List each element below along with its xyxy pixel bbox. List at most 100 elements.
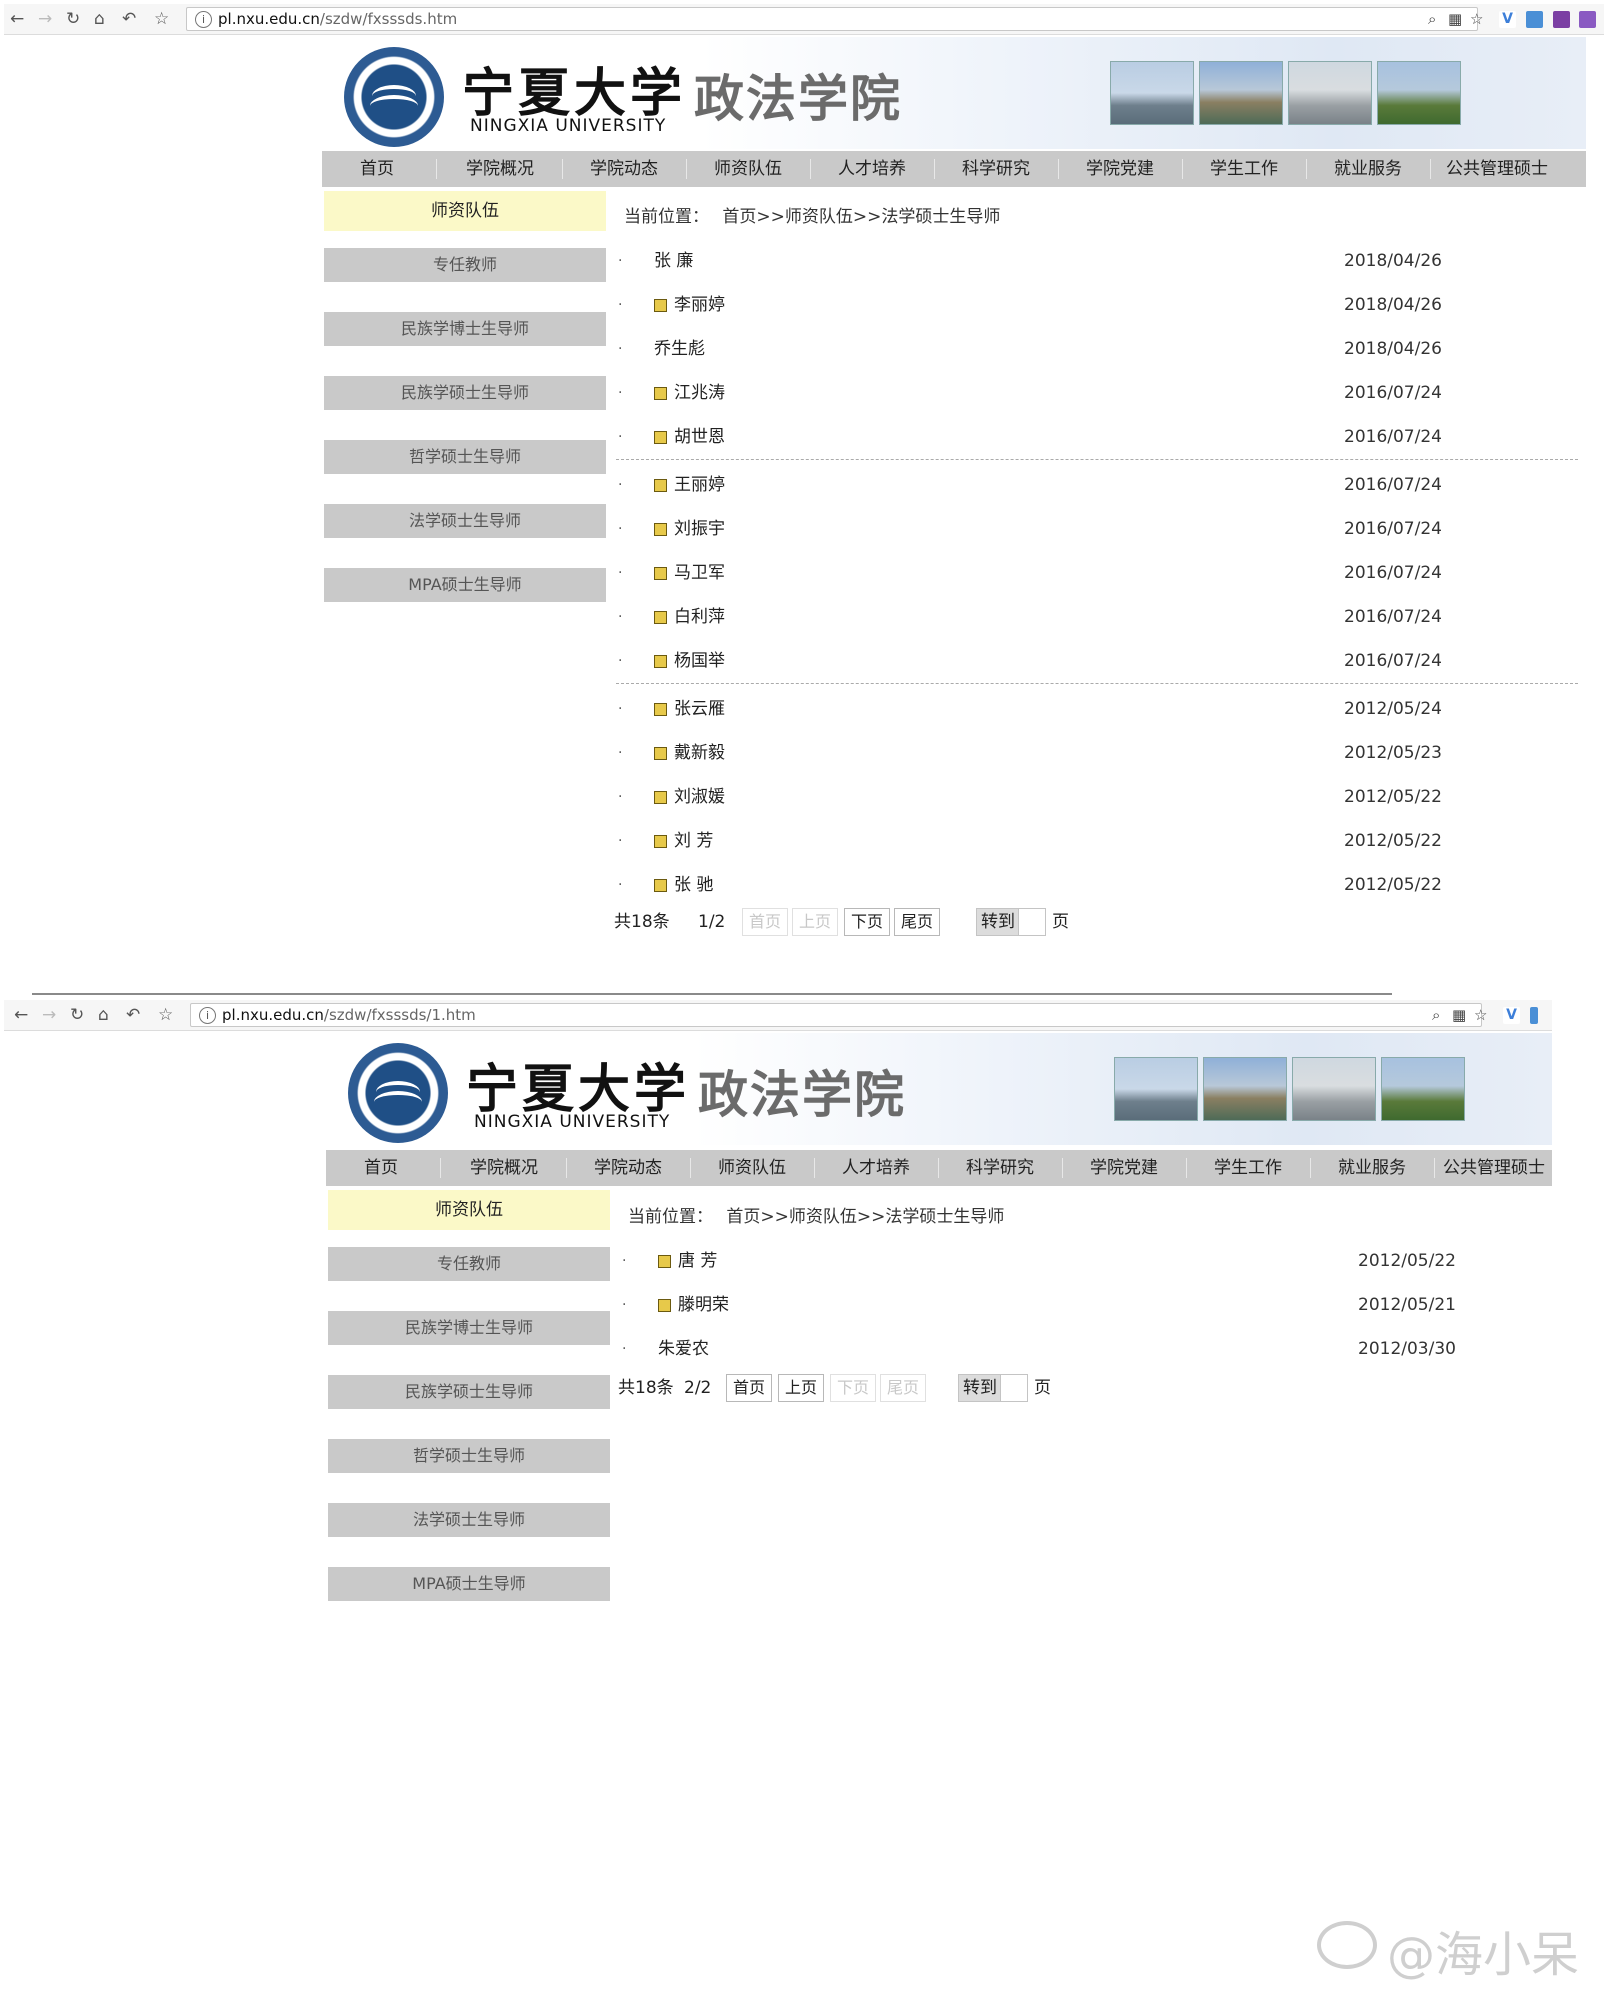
menu-item-news[interactable]: 学院动态: [568, 1150, 688, 1186]
menu-item-home[interactable]: 首页: [326, 1150, 436, 1186]
teacher-name[interactable]: 李丽婷: [674, 294, 725, 316]
menu-item-students[interactable]: 学生工作: [1184, 151, 1304, 187]
star-icon[interactable]: ☆: [1474, 1005, 1487, 1025]
sidebar-item-ethnology-phd[interactable]: 民族学博士生导师: [328, 1311, 610, 1345]
list-item[interactable]: · 李丽婷 2018/04/26: [618, 294, 1442, 316]
teacher-name[interactable]: 杨国举: [674, 650, 725, 672]
menu-item-education[interactable]: 人才培养: [812, 151, 932, 187]
page-number-input[interactable]: [1018, 908, 1046, 936]
breadcrumb-path[interactable]: 首页>>师资队伍>>法学硕士生导师: [726, 1207, 1004, 1227]
menu-item-education[interactable]: 人才培养: [816, 1150, 936, 1186]
zoom-icon[interactable]: ⌕: [1432, 1005, 1440, 1025]
menu-item-mpa[interactable]: 公共管理硕士: [1432, 151, 1562, 187]
teacher-name[interactable]: 白利萍: [674, 606, 725, 628]
sidebar-item-mpa-master[interactable]: MPA硕士生导师: [328, 1567, 610, 1601]
sidebar-item-full-time-teachers[interactable]: 专任教师: [324, 248, 606, 282]
list-item[interactable]: · 马卫军 2016/07/24: [618, 562, 1442, 584]
goto-button[interactable]: 转到: [958, 1374, 1002, 1402]
sidebar-item-mpa-master[interactable]: MPA硕士生导师: [324, 568, 606, 602]
list-item[interactable]: · 张 驰 2012/05/22: [618, 874, 1442, 896]
back-icon[interactable]: ←: [14, 1005, 28, 1025]
address-bar[interactable]: i pl.nxu.edu.cn/szdw/fxsssds/1.htm: [190, 1003, 1482, 1027]
list-item[interactable]: · 滕明荣 2012/05/21: [622, 1294, 1456, 1316]
extension-s-icon[interactable]: [1529, 1007, 1538, 1024]
extension-n-icon[interactable]: [1552, 11, 1570, 28]
menu-item-faculty[interactable]: 师资队伍: [688, 151, 808, 187]
teacher-name[interactable]: 刘淑媛: [674, 786, 725, 808]
sidebar-item-law-master[interactable]: 法学硕士生导师: [324, 504, 606, 538]
undo-icon[interactable]: ↶: [126, 1005, 140, 1025]
teacher-name[interactable]: 唐 芳: [678, 1250, 717, 1272]
teacher-name[interactable]: 王丽婷: [674, 474, 725, 496]
back-icon[interactable]: ←: [10, 9, 24, 29]
list-item[interactable]: · 杨国举 2016/07/24: [618, 650, 1442, 672]
qr-icon[interactable]: ▦: [1448, 9, 1462, 29]
next-page-button[interactable]: 下页: [844, 908, 890, 936]
list-item[interactable]: · 张云雁 2012/05/24: [618, 698, 1442, 720]
info-icon[interactable]: i: [195, 11, 212, 28]
breadcrumb-path[interactable]: 首页>>师资队伍>>法学硕士生导师: [722, 207, 1000, 227]
goto-button[interactable]: 转到: [976, 908, 1020, 936]
menu-item-students[interactable]: 学生工作: [1188, 1150, 1308, 1186]
undo-icon[interactable]: ↶: [122, 9, 136, 29]
star-icon[interactable]: ☆: [154, 9, 169, 29]
forward-icon[interactable]: →: [42, 1005, 56, 1025]
menu-item-overview[interactable]: 学院概况: [440, 151, 560, 187]
first-page-button[interactable]: 首页: [726, 1374, 772, 1402]
teacher-name[interactable]: 滕明荣: [678, 1294, 729, 1316]
forward-icon[interactable]: →: [38, 9, 52, 29]
zoom-icon[interactable]: ⌕: [1428, 9, 1436, 29]
teacher-name[interactable]: 刘 芳: [674, 830, 713, 852]
teacher-name[interactable]: 马卫军: [674, 562, 725, 584]
list-item[interactable]: · 江兆涛 2016/07/24: [618, 382, 1442, 404]
first-page-button[interactable]: 首页: [742, 908, 788, 936]
next-page-button[interactable]: 下页: [830, 1374, 876, 1402]
list-item[interactable]: · 戴新毅 2012/05/23: [618, 742, 1442, 764]
menu-item-party[interactable]: 学院党建: [1064, 1150, 1184, 1186]
list-item[interactable]: · 胡世恩 2016/07/24: [618, 426, 1442, 448]
menu-item-mpa[interactable]: 公共管理硕士: [1436, 1150, 1552, 1186]
menu-item-news[interactable]: 学院动态: [564, 151, 684, 187]
list-item[interactable]: · 白利萍 2016/07/24: [618, 606, 1442, 628]
sidebar-item-law-master[interactable]: 法学硕士生导师: [328, 1503, 610, 1537]
teacher-name[interactable]: 乔生彪: [654, 338, 705, 360]
sidebar-item-ethnology-phd[interactable]: 民族学博士生导师: [324, 312, 606, 346]
menu-item-party[interactable]: 学院党建: [1060, 151, 1180, 187]
menu-item-faculty[interactable]: 师资队伍: [692, 1150, 812, 1186]
teacher-name[interactable]: 戴新毅: [674, 742, 725, 764]
menu-item-employment[interactable]: 就业服务: [1308, 151, 1428, 187]
prev-page-button[interactable]: 上页: [778, 1374, 824, 1402]
teacher-name[interactable]: 胡世恩: [674, 426, 725, 448]
star-icon[interactable]: ☆: [1470, 9, 1483, 29]
sidebar-item-ethnology-master[interactable]: 民族学硕士生导师: [324, 376, 606, 410]
menu-item-research[interactable]: 科学研究: [940, 1150, 1060, 1186]
list-item[interactable]: · 刘振宇 2016/07/24: [618, 518, 1442, 540]
address-bar[interactable]: i pl.nxu.edu.cn/szdw/fxsssds.htm: [186, 7, 1478, 31]
teacher-name[interactable]: 张 廉: [654, 250, 693, 272]
list-item[interactable]: · 唐 芳 2012/05/22: [622, 1250, 1456, 1272]
extension-v-icon[interactable]: V: [1499, 11, 1516, 28]
sidebar-item-philosophy-master[interactable]: 哲学硕士生导师: [328, 1439, 610, 1473]
page-number-input[interactable]: [1000, 1374, 1028, 1402]
qr-icon[interactable]: ▦: [1452, 1005, 1466, 1025]
list-item[interactable]: · 刘淑媛 2012/05/22: [618, 786, 1442, 808]
home-icon[interactable]: ⌂: [94, 9, 105, 29]
prev-page-button[interactable]: 上页: [792, 908, 838, 936]
extension-s-icon[interactable]: [1525, 11, 1543, 28]
list-item[interactable]: · 刘 芳 2012/05/22: [618, 830, 1442, 852]
list-item[interactable]: · 张 廉 2018/04/26: [618, 250, 1442, 272]
list-item[interactable]: · 乔生彪 2018/04/26: [618, 338, 1442, 360]
teacher-name[interactable]: 张 驰: [674, 874, 713, 896]
teacher-name[interactable]: 江兆涛: [674, 382, 725, 404]
teacher-name[interactable]: 刘振宇: [674, 518, 725, 540]
reload-icon[interactable]: ↻: [66, 9, 80, 29]
sidebar-item-ethnology-master[interactable]: 民族学硕士生导师: [328, 1375, 610, 1409]
sidebar-item-full-time-teachers[interactable]: 专任教师: [328, 1247, 610, 1281]
teacher-name[interactable]: 张云雁: [674, 698, 725, 720]
sidebar-item-philosophy-master[interactable]: 哲学硕士生导师: [324, 440, 606, 474]
star-icon[interactable]: ☆: [158, 1005, 173, 1025]
info-icon[interactable]: i: [199, 1007, 216, 1024]
last-page-button[interactable]: 尾页: [880, 1374, 926, 1402]
list-item[interactable]: · 朱爱农 2012/03/30: [622, 1338, 1456, 1360]
extension-e-icon[interactable]: [1579, 11, 1597, 28]
